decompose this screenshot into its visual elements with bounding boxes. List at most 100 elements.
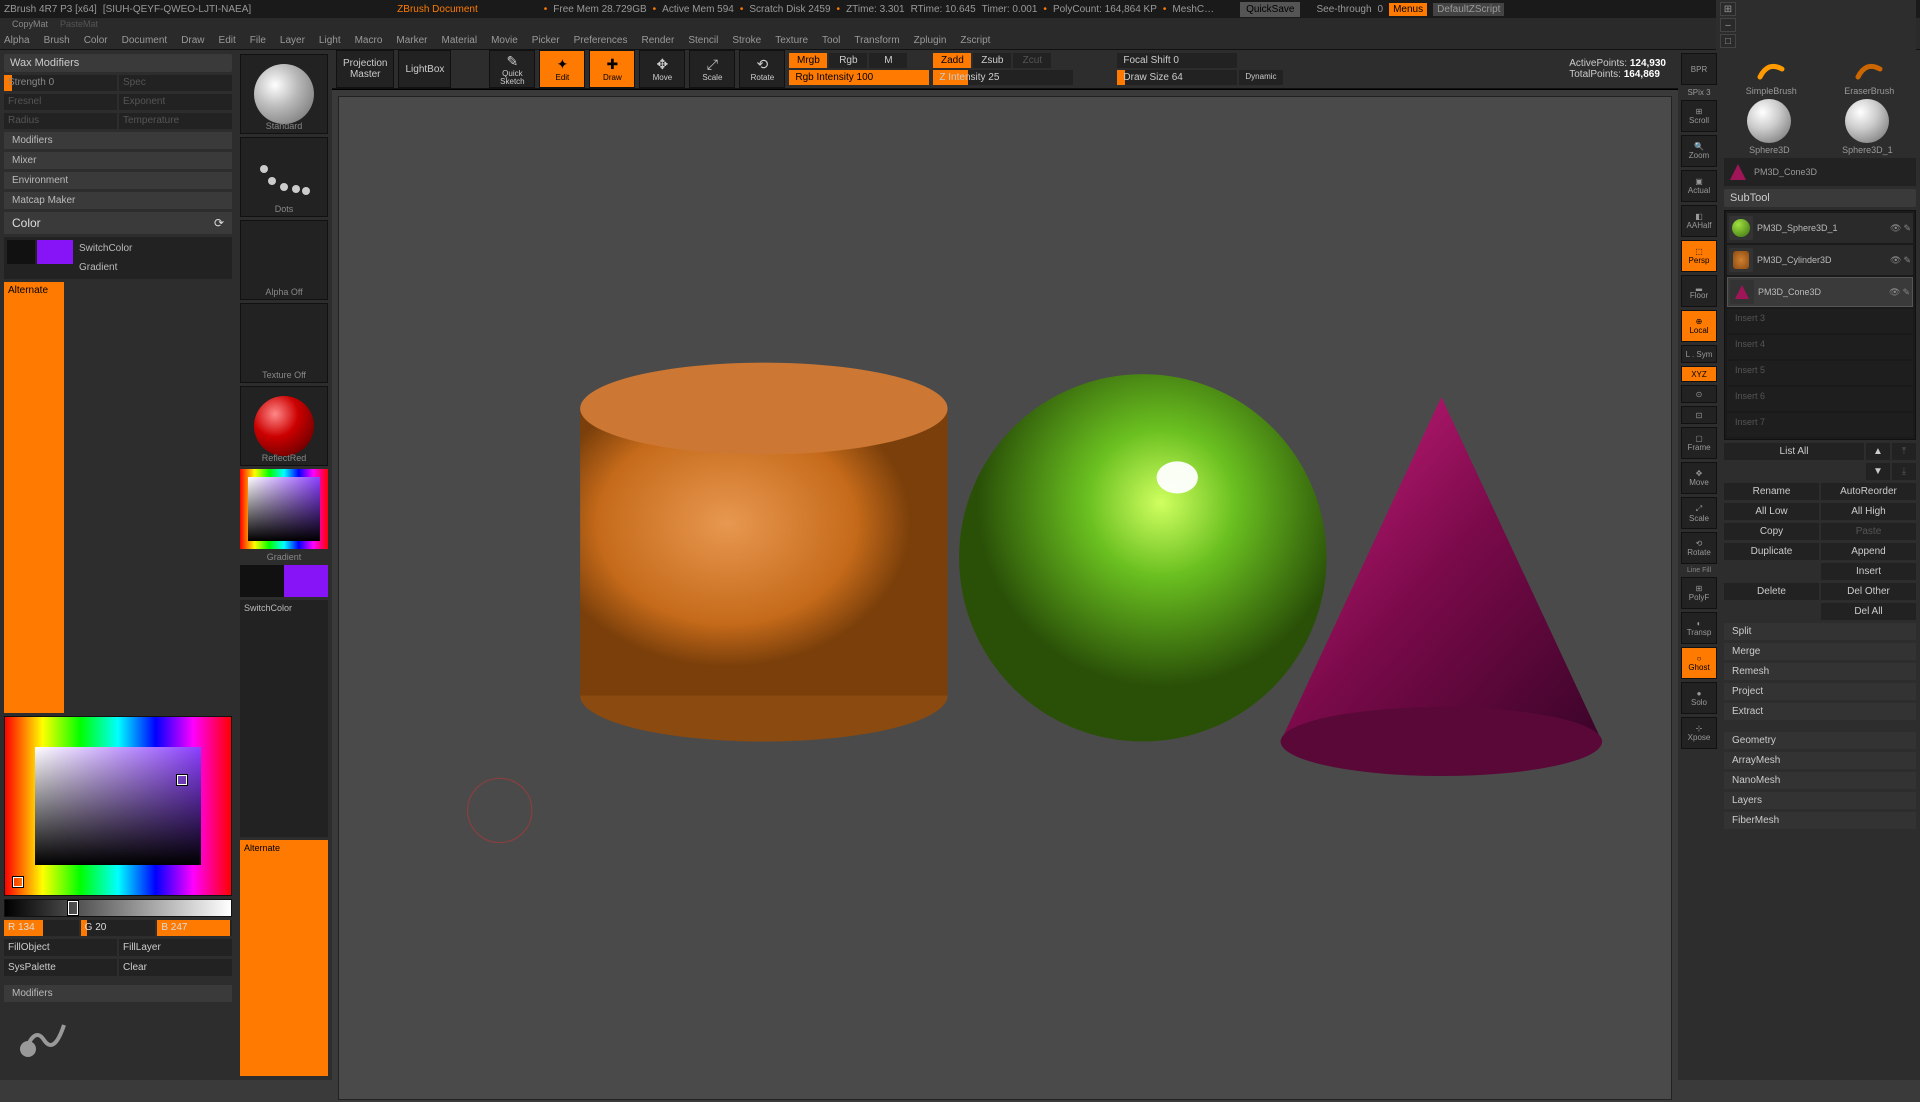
- gradient-button[interactable]: Gradient: [75, 259, 229, 276]
- delete-button[interactable]: Delete: [1724, 583, 1819, 600]
- alternate-button[interactable]: Alternate: [4, 282, 64, 713]
- draw-size-slider[interactable]: Draw Size 64: [1117, 70, 1237, 85]
- fit-button[interactable]: ⊡: [1681, 406, 1717, 424]
- scale-button[interactable]: ⤢Scale: [689, 50, 735, 88]
- menu-preferences[interactable]: Preferences: [574, 35, 628, 46]
- persp-button[interactable]: ⬚Persp: [1681, 240, 1717, 272]
- color-swatch-primary[interactable]: [37, 240, 73, 264]
- projection-master-button[interactable]: Projection Master: [336, 50, 394, 88]
- timeline-ruler[interactable]: [332, 89, 1678, 90]
- menu-zscript[interactable]: Zscript: [960, 35, 990, 46]
- xyz-button[interactable]: XYZ: [1681, 366, 1717, 382]
- local-button[interactable]: ⊕Local: [1681, 310, 1717, 342]
- menu-marker[interactable]: Marker: [396, 35, 427, 46]
- menu-file[interactable]: File: [250, 35, 266, 46]
- mini-color-picker[interactable]: [240, 469, 328, 549]
- wax-modifiers-header[interactable]: Wax Modifiers: [4, 54, 232, 72]
- rotate-nav-button[interactable]: ⟲Rotate: [1681, 532, 1717, 564]
- mini-switch-color[interactable]: SwitchColor: [240, 600, 328, 837]
- spec-slider[interactable]: Spec: [119, 75, 232, 91]
- paint-icon[interactable]: ✎: [1903, 255, 1911, 266]
- menu-alpha[interactable]: Alpha: [4, 35, 30, 46]
- subtool-empty-6[interactable]: Insert 6: [1727, 387, 1913, 411]
- append-button[interactable]: Append: [1821, 543, 1916, 560]
- menu-tool[interactable]: Tool: [822, 35, 840, 46]
- menu-document[interactable]: Document: [122, 35, 168, 46]
- sphere3d-1-tool[interactable]: Sphere3D_1: [1842, 99, 1893, 155]
- cone-tool-thumb[interactable]: [1726, 160, 1750, 184]
- clear-button[interactable]: Clear: [119, 959, 232, 976]
- fill-object-button[interactable]: FillObject: [4, 939, 117, 956]
- menu-layer[interactable]: Layer: [280, 35, 305, 46]
- subtool-cone[interactable]: PM3D_Cone3D 👁✎: [1727, 277, 1913, 307]
- extract-section[interactable]: Extract: [1724, 703, 1916, 720]
- environment-section[interactable]: Environment: [4, 172, 232, 189]
- brush-thumb[interactable]: Standard: [240, 54, 328, 134]
- menu-render[interactable]: Render: [642, 35, 675, 46]
- subtool-empty-7[interactable]: Insert 7: [1727, 413, 1913, 437]
- merge-section[interactable]: Merge: [1724, 643, 1916, 660]
- subtool-empty-3[interactable]: Insert 3: [1727, 309, 1913, 333]
- mrgb-button[interactable]: Mrgb: [789, 53, 827, 68]
- arraymesh-section[interactable]: ArrayMesh: [1724, 752, 1916, 769]
- default-script[interactable]: DefaultZScript: [1433, 3, 1504, 16]
- xpose-button[interactable]: ⊹Xpose: [1681, 717, 1717, 749]
- geometry-section[interactable]: Geometry: [1724, 732, 1916, 749]
- modifiers-section-2[interactable]: Modifiers: [4, 985, 232, 1002]
- menu-zplugin[interactable]: Zplugin: [914, 35, 947, 46]
- menu-brush[interactable]: Brush: [44, 35, 70, 46]
- duplicate-button[interactable]: Duplicate: [1724, 543, 1819, 560]
- viewport[interactable]: [338, 96, 1672, 1100]
- maximize-button[interactable]: □: [1720, 34, 1736, 48]
- paint-icon[interactable]: ✎: [1903, 223, 1911, 234]
- project-section[interactable]: Project: [1724, 683, 1916, 700]
- menu-transform[interactable]: Transform: [854, 35, 899, 46]
- exponent-slider[interactable]: Exponent: [119, 94, 232, 110]
- menu-color[interactable]: Color: [84, 35, 108, 46]
- zoom-button[interactable]: 🔍Zoom: [1681, 135, 1717, 167]
- scale-nav-button[interactable]: ⤢Scale: [1681, 497, 1717, 529]
- subtool-cylinder[interactable]: PM3D_Cylinder3D 👁✎: [1727, 245, 1913, 275]
- nanomesh-section[interactable]: NanoMesh: [1724, 772, 1916, 789]
- vis-icon[interactable]: 👁: [1889, 287, 1900, 298]
- insert-button[interactable]: Insert: [1821, 563, 1916, 580]
- edit-button[interactable]: ✦Edit: [539, 50, 585, 88]
- zadd-button[interactable]: Zadd: [933, 53, 971, 68]
- up-all-button[interactable]: ⤒: [1892, 443, 1916, 460]
- see-through-value[interactable]: 0: [1378, 4, 1384, 15]
- paint-icon[interactable]: ✎: [1902, 287, 1910, 298]
- up-arrow-button[interactable]: ▲: [1866, 443, 1890, 460]
- temperature-slider[interactable]: Temperature: [119, 113, 232, 129]
- subtool-empty-5[interactable]: Insert 5: [1727, 361, 1913, 385]
- layers-section[interactable]: Layers: [1724, 792, 1916, 809]
- fill-layer-button[interactable]: FillLayer: [119, 939, 232, 956]
- vis-icon[interactable]: 👁: [1890, 223, 1901, 234]
- ghost-button[interactable]: ○Ghost: [1681, 647, 1717, 679]
- move-nav-button[interactable]: ✥Move: [1681, 462, 1717, 494]
- menu-texture[interactable]: Texture: [775, 35, 808, 46]
- strength-slider[interactable]: Strength 0: [4, 75, 117, 91]
- mini-swatches[interactable]: [240, 565, 328, 597]
- menu-draw[interactable]: Draw: [181, 35, 204, 46]
- rgb-intensity-slider[interactable]: Rgb Intensity 100: [789, 70, 929, 85]
- menu-picker[interactable]: Picker: [532, 35, 560, 46]
- fresnel-slider[interactable]: Fresnel: [4, 94, 117, 110]
- down-all-button[interactable]: ⤓: [1892, 463, 1916, 480]
- m-button[interactable]: M: [869, 53, 907, 68]
- del-all-button[interactable]: Del All: [1821, 603, 1916, 620]
- menu-macro[interactable]: Macro: [355, 35, 383, 46]
- rgb-button[interactable]: Rgb: [829, 53, 867, 68]
- actual-button[interactable]: ▣Actual: [1681, 170, 1717, 202]
- floor-button[interactable]: ▂Floor: [1681, 275, 1717, 307]
- fibermesh-section[interactable]: FiberMesh: [1724, 812, 1916, 829]
- solo-button[interactable]: ●Solo: [1681, 682, 1717, 714]
- color-picker[interactable]: [4, 716, 232, 896]
- value-slider[interactable]: [4, 899, 232, 917]
- down-arrow-button[interactable]: ▼: [1866, 463, 1890, 480]
- subtool-sphere[interactable]: PM3D_Sphere3D_1 👁✎: [1727, 213, 1913, 243]
- menu-stroke[interactable]: Stroke: [732, 35, 761, 46]
- color-swatch-secondary[interactable]: [7, 240, 35, 264]
- matcap-maker-section[interactable]: Matcap Maker: [4, 192, 232, 209]
- lightbox-button[interactable]: LightBox: [398, 50, 451, 88]
- color-header[interactable]: Color⟳: [4, 212, 232, 234]
